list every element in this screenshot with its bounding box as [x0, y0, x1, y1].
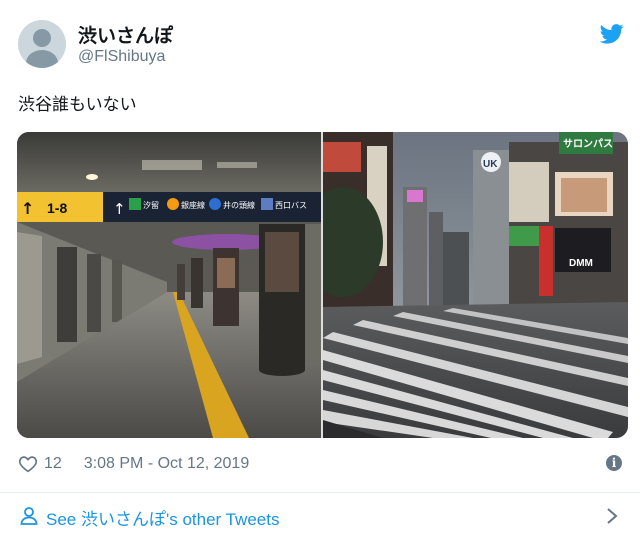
building-logo: UK — [483, 159, 498, 170]
sign-item-1: 汐留 — [143, 200, 159, 210]
billboard-top-text: サロンパス — [563, 138, 613, 150]
author-display-name[interactable]: 渋いさんぽ — [78, 21, 173, 48]
author-handle[interactable]: @FlShibuya — [78, 48, 165, 66]
avatar-head — [33, 29, 51, 47]
tweet-card: 渋いさんぽ @FlShibuya 渋谷誰もいない ↑ 1-8 ↑ 汐留 銀座線 … — [0, 0, 640, 553]
other-tweets-label[interactable]: See 渋いさんぽ's other Tweets — [46, 505, 279, 530]
avatar[interactable] — [18, 20, 66, 68]
scramble-crossing-photo[interactable]: UK サロンパス DMM — [323, 132, 628, 438]
tweet-timestamp[interactable]: 3:08 PM - Oct 12, 2019 — [84, 455, 249, 473]
tweet-media[interactable]: ↑ 1-8 ↑ 汐留 銀座線 井の頭線 西口バス UK サロンパス DMM — [17, 132, 628, 438]
sign-item-2: 銀座線 — [181, 200, 205, 210]
station-passage-photo[interactable]: ↑ 1-8 ↑ 汐留 銀座線 井の頭線 西口バス — [17, 132, 321, 438]
twitter-bird-icon[interactable] — [600, 24, 624, 44]
svg-text:↑: ↑ — [21, 199, 34, 218]
tweet-text: 渋谷誰もいない — [18, 95, 137, 115]
tweet-meta: 12 3:08 PM - Oct 12, 2019 — [18, 453, 249, 475]
exit-range-label: 1-8 — [47, 200, 67, 216]
svg-text:↑: ↑ — [113, 200, 126, 218]
chevron-right-icon[interactable] — [606, 507, 618, 525]
like-count[interactable]: 12 — [44, 455, 62, 473]
billboard-screen-text: DMM — [569, 258, 593, 269]
heart-icon[interactable] — [18, 455, 38, 473]
avatar-shoulders — [26, 50, 58, 68]
sign-item-3: 井の頭線 — [223, 200, 255, 210]
info-icon[interactable]: i — [606, 455, 622, 471]
sign-item-4: 西口バス — [275, 201, 307, 210]
user-icon — [20, 507, 38, 525]
